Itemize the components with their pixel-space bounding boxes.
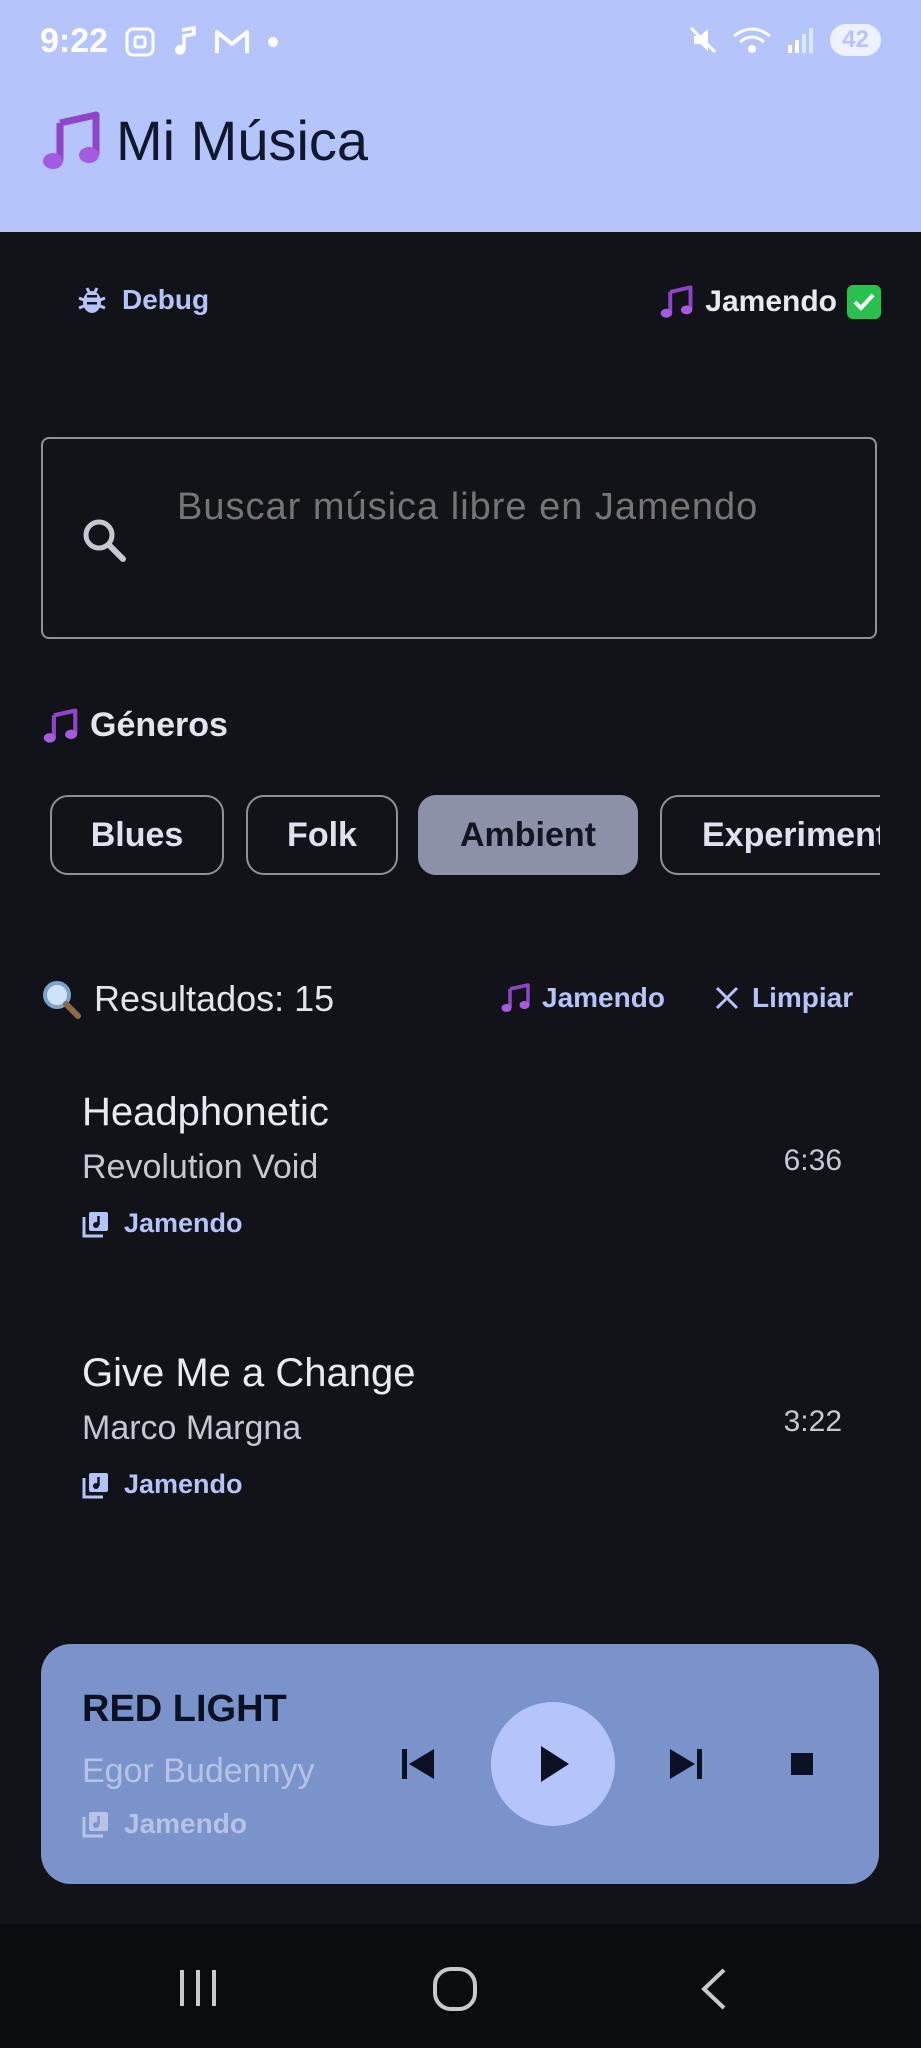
track-source-label: Jamendo xyxy=(124,1469,243,1499)
source-status: Jamendo xyxy=(659,284,881,320)
stop-button[interactable] xyxy=(777,1742,827,1786)
magnifier-icon xyxy=(43,981,81,1019)
genre-chips: Blues Folk Ambient Experimental xyxy=(50,795,880,877)
list-item[interactable]: Headphonetic Revolution Void Jamendo 6:3… xyxy=(82,1090,842,1250)
status-time: 9:22 xyxy=(40,22,109,60)
stop-icon xyxy=(791,1753,813,1775)
bug-icon xyxy=(78,287,106,313)
track-title: Headphonetic xyxy=(82,1090,329,1134)
list-item[interactable]: Give Me a Change Marco Margna Jamendo 3:… xyxy=(82,1351,842,1511)
genre-chip-blues[interactable]: Blues xyxy=(50,795,224,875)
screenshot-icon xyxy=(125,27,155,57)
skip-previous-icon xyxy=(402,1749,434,1779)
track-source: Jamendo xyxy=(82,1208,243,1239)
music-note-icon xyxy=(501,983,530,1012)
previous-button[interactable] xyxy=(393,1742,443,1786)
home-icon[interactable] xyxy=(432,1966,478,2012)
results-count: Resultados: 15 xyxy=(40,978,334,1020)
play-icon xyxy=(541,1746,569,1782)
skip-next-icon xyxy=(670,1749,702,1779)
track-artist: Revolution Void xyxy=(82,1148,319,1186)
page-title: Mi Música xyxy=(40,108,368,173)
wifi-icon xyxy=(733,27,772,53)
music-notification-icon xyxy=(175,26,196,55)
player-artist: Egor Budennyy xyxy=(82,1752,315,1790)
library-music-icon xyxy=(82,1812,108,1838)
close-icon xyxy=(715,986,739,1010)
music-note-icon xyxy=(43,111,100,169)
library-music-icon xyxy=(82,1472,108,1498)
back-icon[interactable] xyxy=(696,1966,732,2012)
search-field[interactable] xyxy=(41,437,877,639)
genre-chip-ambient[interactable]: Ambient xyxy=(418,795,638,875)
player-source-label: Jamendo xyxy=(124,1808,247,1839)
results-source-label: Jamendo xyxy=(542,982,665,1013)
search-input[interactable] xyxy=(175,475,819,609)
results-source: Jamendo xyxy=(500,982,665,1014)
app-bar: 9:22 42 Mi Música xyxy=(0,0,921,232)
recent-apps-icon[interactable] xyxy=(176,1966,220,2010)
gmail-icon xyxy=(215,30,249,53)
results-label: Resultados: 15 xyxy=(94,978,335,1019)
music-note-icon xyxy=(43,707,78,743)
clear-label: Limpiar xyxy=(752,982,854,1013)
app-title-text: Mi Música xyxy=(116,109,369,172)
navigation-bar xyxy=(0,1924,921,2048)
genres-title: Géneros xyxy=(90,706,228,744)
status-icons-right: 42 xyxy=(688,24,881,56)
chip-label: Blues xyxy=(90,815,184,854)
genres-heading: Géneros xyxy=(42,706,228,745)
play-button[interactable] xyxy=(491,1702,615,1826)
library-music-icon xyxy=(82,1211,108,1237)
status-icons-left xyxy=(124,26,280,58)
source-status-label: Jamendo xyxy=(705,285,837,318)
track-source-label: Jamendo xyxy=(124,1208,243,1238)
music-note-icon xyxy=(660,285,693,318)
track-title: Give Me a Change xyxy=(82,1351,416,1395)
next-button[interactable] xyxy=(661,1742,711,1786)
mute-icon xyxy=(690,26,717,54)
track-duration: 6:36 xyxy=(783,1144,842,1177)
clear-button[interactable]: Limpiar xyxy=(714,982,853,1014)
mini-player[interactable]: RED LIGHT Egor Budennyy Jamendo xyxy=(41,1644,879,1884)
player-source: Jamendo xyxy=(82,1808,247,1840)
track-source: Jamendo xyxy=(82,1469,243,1500)
track-duration: 3:22 xyxy=(783,1405,842,1438)
player-title: RED LIGHT xyxy=(82,1688,287,1730)
chip-label: Folk xyxy=(287,815,357,854)
debug-label: Debug xyxy=(122,284,210,315)
genre-chip-experimental[interactable]: Experimental xyxy=(660,795,880,875)
genre-chip-folk[interactable]: Folk xyxy=(246,795,398,875)
battery-indicator: 42 xyxy=(830,24,881,56)
notification-dot-icon xyxy=(268,37,278,47)
chip-label: Ambient xyxy=(460,815,596,854)
search-icon xyxy=(83,519,126,562)
debug-button[interactable]: Debug xyxy=(76,284,209,316)
chip-label: Experimental xyxy=(702,815,880,854)
track-artist: Marco Margna xyxy=(82,1409,302,1447)
signal-icon xyxy=(788,28,814,53)
check-icon xyxy=(847,285,881,319)
